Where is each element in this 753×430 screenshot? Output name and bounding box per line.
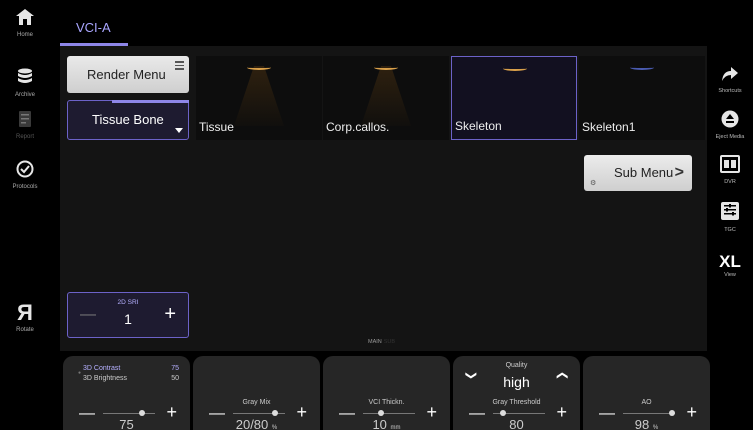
knob-value: 20/80 %: [235, 417, 278, 430]
dvr-button[interactable]: DVR: [707, 155, 753, 185]
archive-button[interactable]: Archive: [0, 68, 50, 98]
eject-media-button[interactable]: Eject Media: [707, 110, 753, 140]
database-icon: [18, 68, 32, 83]
knob-thumb[interactable]: [669, 410, 676, 416]
tissue-bone-dropdown[interactable]: Tissue Bone: [67, 100, 189, 140]
knob-track: [103, 413, 155, 414]
shortcuts-button[interactable]: Shortcuts: [707, 66, 753, 94]
sri-increment-button[interactable]: +: [164, 303, 176, 326]
protocols-label: Protocols: [12, 184, 38, 190]
main-sub-indicator: MAIN SUB: [368, 339, 395, 345]
knob-gray-mix[interactable]: Gray Mix — + 20/80 %: [193, 356, 320, 430]
main-label: MAIN: [368, 339, 382, 345]
knob-track: [623, 413, 675, 414]
home-label: Home: [16, 32, 33, 38]
knob-thumb[interactable]: [378, 410, 385, 416]
knob-thumb[interactable]: [271, 410, 278, 416]
preset-corp-callos[interactable]: Corp.callos.: [323, 56, 449, 140]
contrast-label: 3D Contrast: [83, 365, 121, 372]
brightness-value: 50: [171, 375, 179, 382]
dvr-label: DVR: [724, 179, 736, 185]
home-icon: [16, 9, 34, 25]
dvr-icon: [720, 155, 740, 173]
tab-label: VCI-A: [76, 20, 111, 35]
sub-label: SUB: [383, 339, 396, 345]
preset-arc: [247, 65, 271, 70]
protocols-button[interactable]: Protocols: [0, 160, 50, 190]
chevron-up-icon[interactable]: ❯: [555, 371, 568, 380]
xl-view-button[interactable]: XL View: [707, 252, 753, 279]
knob-ao[interactable]: AO — + 98 %: [583, 356, 710, 430]
sub-menu-button[interactable]: ⚙ Sub Menu >: [584, 155, 692, 191]
xl-view-icon: XL: [719, 252, 741, 271]
knob-value: 10 mm: [372, 417, 401, 430]
knob-value: 75: [119, 417, 134, 430]
preset-skeleton1[interactable]: Skeleton1: [579, 56, 705, 140]
tgc-label: TGC: [724, 227, 736, 233]
menu-icon: [175, 61, 184, 72]
render-menu-label: Render Menu: [87, 67, 166, 82]
knob-thumb[interactable]: [500, 410, 507, 416]
preset-label: Skeleton1: [582, 120, 636, 134]
tissue-bone-label: Tissue Bone: [92, 112, 164, 127]
render-menu-button[interactable]: Render Menu: [67, 56, 189, 93]
caret-down-icon: [175, 128, 183, 133]
tgc-icon: [721, 202, 739, 220]
report-icon: [19, 111, 31, 127]
chevron-right-icon: >: [674, 164, 684, 181]
preset-tissue[interactable]: Tissue: [196, 56, 322, 140]
check-circle-icon: [16, 160, 34, 178]
home-button[interactable]: Home: [0, 8, 50, 38]
preset-label: Skeleton: [455, 119, 502, 133]
preset-beam: [361, 66, 411, 126]
tab-vci-a[interactable]: VCI-A: [60, 14, 128, 46]
knob-vci-thickness[interactable]: VCI Thickn. — + 10 mm: [323, 356, 450, 430]
preset-skeleton[interactable]: Skeleton: [451, 56, 577, 140]
knob-3d-contrast[interactable]: ● 3D Contrast 75 3D Brightness 50 — + 75: [63, 356, 190, 430]
preset-beam: [234, 66, 284, 126]
knob-track: [363, 413, 415, 414]
eject-icon: [721, 110, 739, 128]
preset-label: Tissue: [199, 120, 234, 134]
rotate-label: Rotate: [16, 327, 34, 333]
dropdown-accent-bar: [112, 100, 189, 103]
share-arrow-icon: [722, 67, 738, 81]
contrast-value: 75: [171, 365, 179, 372]
sub-menu-label: Sub Menu: [614, 165, 674, 180]
view-label: View: [724, 272, 736, 278]
knob-quality-gray-threshold[interactable]: ❯ Quality high ❯ Gray Threshold — + 80: [453, 356, 580, 430]
rotate-icon: R: [17, 300, 33, 325]
quality-title: Quality: [505, 362, 528, 369]
gear-icon: ⚙: [590, 180, 597, 187]
knob-thumb[interactable]: [139, 410, 145, 416]
sri-decrement-button[interactable]: —: [80, 306, 96, 324]
knob-indicator-icon: ●: [78, 370, 82, 376]
sri-stepper[interactable]: — 2D SRI 1 +: [67, 292, 189, 338]
shortcuts-label: Shortcuts: [718, 88, 742, 94]
knob-value: 98 %: [634, 417, 659, 430]
preset-arc: [374, 65, 398, 70]
report-label: Report: [15, 134, 34, 140]
sri-value: 1: [124, 311, 132, 327]
right-rail: Shortcuts Eject Media DVR TGC XL View: [707, 0, 753, 430]
preset-arc: [630, 65, 654, 70]
archive-label: Archive: [14, 92, 35, 98]
left-rail: Home Archive Report Protocols R Rotate: [0, 0, 50, 430]
eject-media-label: Eject Media: [715, 134, 745, 140]
preset-label: Corp.callos.: [326, 120, 390, 134]
rotate-button[interactable]: R Rotate: [0, 300, 50, 333]
knob-value: 80: [509, 417, 524, 430]
tgc-button[interactable]: TGC: [707, 201, 753, 233]
preset-arc: [503, 66, 527, 71]
sri-label: 2D SRI: [117, 299, 139, 306]
brightness-label: 3D Brightness: [83, 375, 127, 382]
report-button[interactable]: Report: [0, 110, 50, 140]
